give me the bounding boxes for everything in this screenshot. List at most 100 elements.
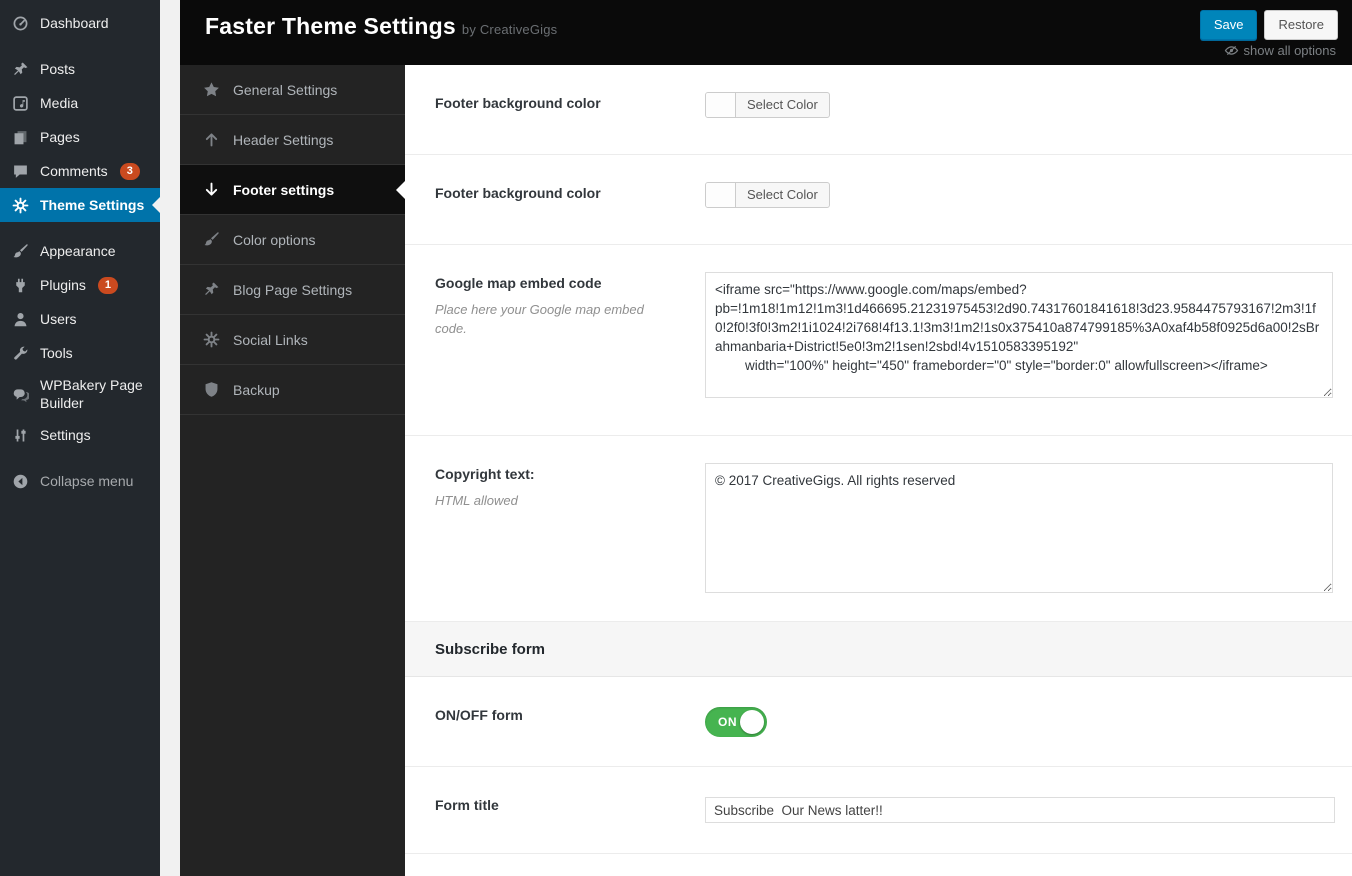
sidebar-item-label: Tools (40, 344, 73, 362)
collapse-icon (10, 473, 30, 490)
field-label: Footer background color (435, 185, 705, 201)
sidebar-item-label: Dashboard (40, 14, 109, 32)
save-button[interactable]: Save (1200, 10, 1258, 40)
google-map-embed-row: Google map embed code Place here your Go… (405, 245, 1352, 436)
sidebar-item-appearance[interactable]: Appearance (0, 234, 160, 268)
gear-icon (10, 197, 30, 214)
sidebar-item-plugins[interactable]: Plugins 1 (0, 268, 160, 302)
sliders-icon (10, 427, 30, 444)
sidebar-item-media[interactable]: Media (0, 86, 160, 120)
brush-icon (10, 243, 30, 260)
sidebar-item-tools[interactable]: Tools (0, 336, 160, 370)
field-control-col (705, 767, 1352, 853)
field-label-col: Footer background color (405, 65, 705, 154)
restore-button[interactable]: Restore (1264, 10, 1338, 40)
field-label: Footer background color (435, 95, 705, 111)
tab-label: Backup (233, 382, 280, 398)
menu-separator (0, 40, 160, 52)
tab-backup[interactable]: Backup (180, 365, 405, 415)
sidebar-item-theme-settings[interactable]: Theme Settings (0, 188, 160, 222)
arrow-down-icon (202, 181, 220, 198)
arrow-up-icon (202, 131, 220, 148)
pushpin-icon (202, 281, 220, 298)
field-label: Copyright text: (435, 466, 705, 482)
sidebar-item-label: WPBakery Page Builder (40, 376, 152, 412)
form-title-row: Form title (405, 767, 1352, 854)
select-color-button[interactable]: Select Color (705, 182, 830, 208)
tab-label: Header Settings (233, 132, 333, 148)
show-all-options-label: show all options (1244, 43, 1337, 58)
google-map-embed-textarea[interactable] (705, 272, 1333, 398)
field-label: ON/OFF form (435, 707, 705, 723)
section-title: Subscribe form (435, 641, 545, 658)
page-title: Faster Theme Settings by CreativeGigs (205, 13, 557, 40)
plugin-icon (10, 277, 30, 294)
sidebar-item-label: Collapse menu (40, 472, 133, 490)
theme-settings-header: Faster Theme Settings by CreativeGigs Sav… (180, 0, 1352, 65)
sidebar-item-wpbakery[interactable]: WPBakery Page Builder (0, 370, 160, 418)
sidebar-item-collapse-menu[interactable]: Collapse menu (0, 464, 160, 498)
sidebar-item-pages[interactable]: Pages (0, 120, 160, 154)
wrench-icon (10, 345, 30, 362)
onoff-toggle[interactable]: ON (705, 707, 767, 737)
tab-label: Social Links (233, 332, 308, 348)
settings-tab-rail: General Settings Header Settings Footer … (180, 65, 405, 876)
pushpin-icon (10, 61, 30, 78)
user-icon (10, 311, 30, 328)
field-control-col (705, 245, 1352, 435)
subscribe-form-section-header: Subscribe form (405, 622, 1352, 677)
field-label-col: Google map embed code Place here your Go… (405, 245, 705, 435)
tab-general-settings[interactable]: General Settings (180, 65, 405, 115)
tab-label: Color options (233, 232, 316, 248)
tab-social-links[interactable]: Social Links (180, 315, 405, 365)
form-title-input[interactable] (705, 797, 1335, 823)
sidebar-item-settings[interactable]: Settings (0, 418, 160, 452)
sidebar-item-comments[interactable]: Comments 3 (0, 154, 160, 188)
field-control-col: ON (705, 677, 1352, 766)
toggle-knob (740, 710, 764, 734)
sidebar-item-dashboard[interactable]: Dashboard (0, 6, 160, 40)
sidebar-item-users[interactable]: Users (0, 302, 160, 336)
copyright-textarea[interactable] (705, 463, 1333, 593)
footer-settings-panel: Footer background color Select Color Foo… (405, 65, 1352, 876)
page-title-text: Faster Theme Settings (205, 13, 456, 39)
field-control-col: Select Color (705, 155, 1352, 244)
toggle-state-label: ON (718, 715, 737, 729)
eye-off-icon (1224, 43, 1239, 58)
field-label: Form title (435, 797, 705, 813)
page-title-byline: by CreativeGigs (462, 22, 557, 37)
brush-icon (202, 231, 220, 248)
show-all-options-link[interactable]: show all options (1224, 43, 1337, 58)
color-swatch (706, 183, 736, 207)
sidebar-item-label: Posts (40, 60, 75, 78)
field-description: Place here your Google map embed code. (435, 301, 645, 339)
tab-footer-settings[interactable]: Footer settings (180, 165, 405, 215)
field-label-col: Form title (405, 767, 705, 853)
field-control-col: Select Color (705, 65, 1352, 154)
media-icon (10, 95, 30, 112)
tab-blog-page-settings[interactable]: Blog Page Settings (180, 265, 405, 315)
sidebar-item-label: Plugins (40, 276, 86, 294)
select-color-button[interactable]: Select Color (705, 92, 830, 118)
footer-bg-color-row-2: Footer background color Select Color (405, 155, 1352, 245)
menu-separator (0, 452, 160, 464)
tab-color-options[interactable]: Color options (180, 215, 405, 265)
comments-count-badge: 3 (120, 163, 140, 180)
header-actions: Save Restore (1200, 10, 1338, 40)
copyright-text-row: Copyright text: HTML allowed (405, 436, 1352, 622)
field-label-col: Copyright text: HTML allowed (405, 436, 705, 621)
color-swatch (706, 93, 736, 117)
wp-admin-sidebar: Dashboard Posts Media Pages Comments 3 T… (0, 0, 160, 876)
tab-header-settings[interactable]: Header Settings (180, 115, 405, 165)
tab-label: Footer settings (233, 182, 334, 198)
sidebar-item-posts[interactable]: Posts (0, 52, 160, 86)
field-description: HTML allowed (435, 492, 645, 511)
sidebar-item-label: Comments (40, 162, 108, 180)
shield-icon (202, 381, 220, 398)
plugins-count-badge: 1 (98, 277, 118, 294)
dashboard-icon (10, 15, 30, 32)
footer-bg-color-row-1: Footer background color Select Color (405, 65, 1352, 155)
sidebar-item-label: Users (40, 310, 77, 328)
field-label: Google map embed code (435, 275, 705, 291)
sidebar-item-label: Media (40, 94, 78, 112)
